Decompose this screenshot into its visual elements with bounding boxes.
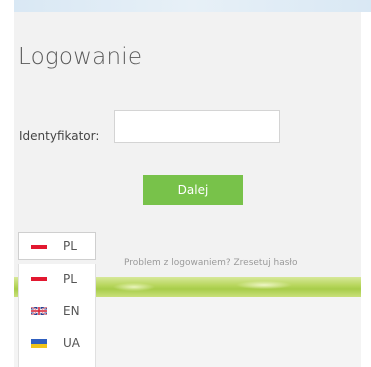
next-button[interactable]: Dalej xyxy=(143,175,243,205)
right-margin xyxy=(361,12,371,367)
flag-ua-icon xyxy=(31,339,47,348)
language-option-ua[interactable]: UA xyxy=(19,328,95,358)
login-page: Logowanie Identyfikator: Dalej Problem z… xyxy=(0,0,371,367)
page-title: Logowanie xyxy=(18,44,143,70)
flag-pl-icon xyxy=(31,277,47,281)
language-select[interactable]: PL xyxy=(18,232,96,260)
language-option-pl[interactable]: PL xyxy=(19,264,95,294)
flag-pl-icon xyxy=(31,245,47,249)
identifier-label: Identyfikator: xyxy=(19,129,100,143)
header-band xyxy=(14,0,371,12)
language-dropdown-list: PL EN UA xyxy=(18,264,96,367)
language-select-value: PL xyxy=(63,239,77,253)
left-margin xyxy=(0,0,14,367)
flag-gb-icon xyxy=(31,307,47,315)
language-option-label: PL xyxy=(63,272,77,286)
language-option-en[interactable]: EN xyxy=(19,296,95,326)
language-option-label: UA xyxy=(63,336,80,350)
language-option-label: EN xyxy=(63,304,80,318)
reset-password-link[interactable]: Problem z logowaniem? Zresetuj hasło xyxy=(124,258,298,268)
identifier-input[interactable] xyxy=(114,110,280,143)
